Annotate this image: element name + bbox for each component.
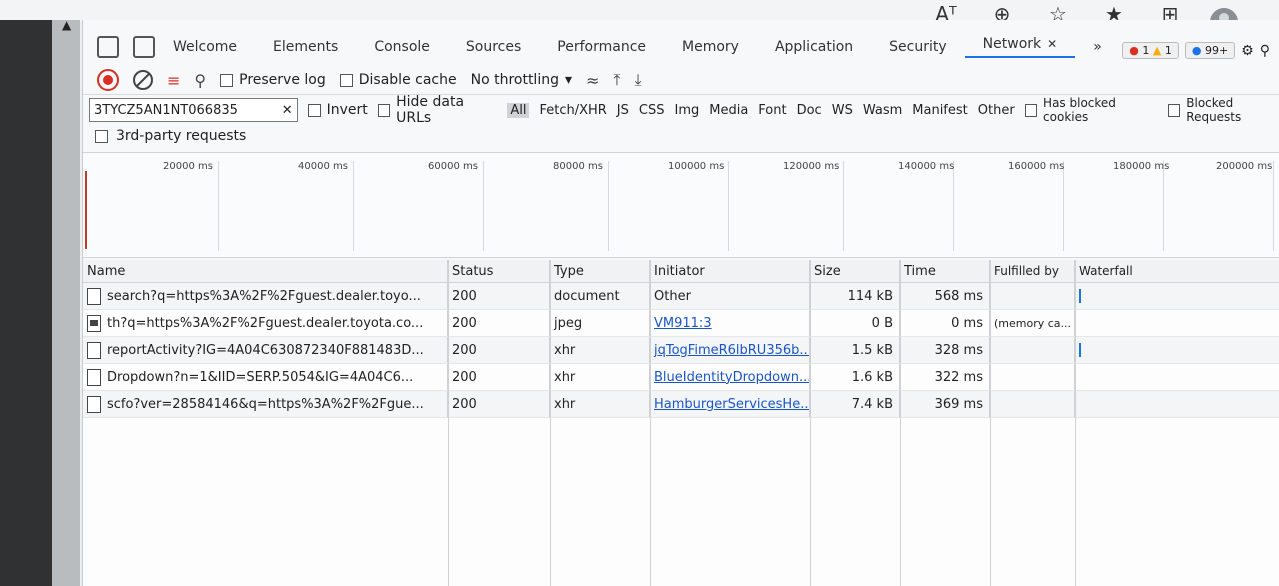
inspect-element-icon[interactable] bbox=[97, 36, 119, 58]
hide-data-urls-checkbox[interactable]: Hide data URLs bbox=[377, 94, 498, 126]
column-fulfilled[interactable]: Fulfilled by bbox=[990, 260, 1075, 282]
type-filter-js[interactable]: JS bbox=[617, 103, 629, 118]
tick-label: 140000 ms bbox=[898, 161, 955, 172]
tick-label: 60000 ms bbox=[428, 161, 478, 172]
blocked-requests-checkbox[interactable]: Blocked Requests bbox=[1167, 96, 1279, 124]
waterfall-cell bbox=[1075, 283, 1279, 309]
wifi-settings-icon[interactable]: ≈ bbox=[586, 71, 599, 90]
devtools-panel: Welcome Elements Console Sources Perform… bbox=[82, 20, 1279, 586]
column-name[interactable]: Name bbox=[83, 260, 448, 282]
column-waterfall[interactable]: Waterfall bbox=[1075, 260, 1279, 282]
waterfall-bar bbox=[1079, 343, 1081, 357]
scroll-up-icon[interactable]: ▲ bbox=[62, 18, 71, 32]
close-icon[interactable]: ✕ bbox=[1047, 37, 1057, 51]
initiator-link[interactable]: VM911:3 bbox=[654, 316, 712, 331]
document-icon bbox=[87, 341, 101, 359]
tick-label: 160000 ms bbox=[1008, 161, 1065, 172]
table-row[interactable]: th?q=https%3A%2F%2Fguest.dealer.toyota.c… bbox=[83, 310, 1279, 337]
search-icon[interactable]: ⚲ bbox=[194, 71, 206, 90]
filter-input[interactable]: 3TYCZ5AN1NT066835 ✕ bbox=[89, 98, 298, 122]
waterfall-cell bbox=[1075, 337, 1279, 363]
tab-network[interactable]: Network ✕ bbox=[964, 36, 1076, 58]
waterfall-cell bbox=[1075, 391, 1279, 417]
column-initiator[interactable]: Initiator bbox=[650, 260, 810, 282]
type-filter-doc[interactable]: Doc bbox=[797, 103, 822, 118]
info-badge[interactable]: ● 99+ bbox=[1184, 42, 1236, 59]
requests-table: Name Status Type Initiator Size Time Ful… bbox=[83, 260, 1279, 586]
document-icon bbox=[87, 368, 101, 386]
devtools-tabs: Welcome Elements Console Sources Perform… bbox=[83, 30, 1279, 64]
tab-performance[interactable]: Performance bbox=[539, 39, 664, 55]
type-filter-css[interactable]: CSS bbox=[639, 103, 665, 118]
type-filter-media[interactable]: Media bbox=[709, 103, 748, 118]
device-toolbar-icon[interactable] bbox=[133, 36, 155, 58]
table-header: Name Status Type Initiator Size Time Ful… bbox=[83, 260, 1279, 283]
tab-elements[interactable]: Elements bbox=[255, 39, 356, 55]
third-party-checkbox[interactable]: 3rd-party requests bbox=[95, 128, 246, 144]
column-size[interactable]: Size bbox=[810, 260, 900, 282]
page-scrollbar[interactable] bbox=[52, 20, 80, 586]
type-filter-wasm[interactable]: Wasm bbox=[863, 103, 902, 118]
import-har-icon[interactable]: ⤒ bbox=[613, 70, 620, 90]
column-type[interactable]: Type bbox=[550, 260, 650, 282]
resource-type-filters: All Fetch/XHR JS CSS Img Media Font Doc … bbox=[507, 102, 1015, 118]
table-row[interactable]: search?q=https%3A%2F%2Fguest.dealer.toyo… bbox=[83, 283, 1279, 310]
waterfall-cell bbox=[1075, 310, 1279, 336]
clear-button[interactable] bbox=[133, 70, 153, 90]
type-filter-other[interactable]: Other bbox=[978, 103, 1015, 118]
document-icon bbox=[87, 395, 101, 413]
type-filter-ws[interactable]: WS bbox=[832, 103, 853, 118]
tab-network-label: Network bbox=[982, 36, 1042, 52]
type-filter-fetch[interactable]: Fetch/XHR bbox=[539, 103, 606, 118]
timeline-marker bbox=[85, 171, 87, 249]
document-icon bbox=[87, 287, 101, 305]
table-row[interactable]: reportActivity?IG=4A04C630872340F881483D… bbox=[83, 337, 1279, 364]
settings-icon[interactable]: ⚙ bbox=[1241, 43, 1254, 59]
tick-label: 80000 ms bbox=[553, 161, 603, 172]
tab-console[interactable]: Console bbox=[356, 39, 448, 55]
tab-sources[interactable]: Sources bbox=[448, 39, 539, 55]
tab-memory[interactable]: Memory bbox=[664, 39, 757, 55]
type-filter-font[interactable]: Font bbox=[758, 103, 786, 118]
preserve-log-checkbox[interactable]: Preserve log bbox=[220, 72, 326, 88]
tab-welcome[interactable]: Welcome bbox=[155, 39, 255, 55]
table-row[interactable]: scfo?ver=28584146&q=https%3A%2F%2Fgue...… bbox=[83, 391, 1279, 418]
record-button[interactable] bbox=[97, 69, 119, 91]
disable-cache-checkbox[interactable]: Disable cache bbox=[339, 72, 457, 88]
invert-checkbox[interactable]: Invert bbox=[307, 102, 368, 118]
tick-label: 180000 ms bbox=[1113, 161, 1170, 172]
type-filter-manifest[interactable]: Manifest bbox=[912, 103, 967, 118]
timeline-overview[interactable]: 20000 ms 40000 ms 60000 ms 80000 ms 1000… bbox=[83, 152, 1279, 258]
initiator-link[interactable]: BlueIdentityDropdown... bbox=[654, 370, 809, 385]
initiator-link[interactable]: HamburgerServicesHe... bbox=[654, 397, 809, 412]
type-filter-img[interactable]: Img bbox=[674, 103, 699, 118]
tick-label: 120000 ms bbox=[783, 161, 840, 172]
throttling-select[interactable]: No throttling ▾ bbox=[471, 72, 572, 88]
column-time[interactable]: Time bbox=[900, 260, 990, 282]
blocked-cookies-checkbox[interactable]: Has blocked cookies bbox=[1024, 96, 1158, 124]
table-row[interactable]: Dropdown?n=1&IID=SERP.5054&IG=4A04C6... … bbox=[83, 364, 1279, 391]
tab-security[interactable]: Security bbox=[871, 39, 965, 55]
tick-label: 20000 ms bbox=[163, 161, 213, 172]
filter-bar: 3TYCZ5AN1NT066835 ✕ Invert Hide data URL… bbox=[83, 94, 1279, 126]
waterfall-cell bbox=[1075, 364, 1279, 390]
more-tabs-icon[interactable]: » bbox=[1075, 39, 1120, 55]
tick-label: 40000 ms bbox=[298, 161, 348, 172]
type-filter-all[interactable]: All bbox=[507, 102, 530, 118]
tab-application[interactable]: Application bbox=[757, 39, 871, 55]
clear-filter-icon[interactable]: ✕ bbox=[282, 103, 293, 118]
image-icon bbox=[87, 314, 101, 332]
table-body: search?q=https%3A%2F%2Fguest.dealer.toyo… bbox=[83, 283, 1279, 418]
network-toolbar: ≡ ⚲ Preserve log Disable cache No thrott… bbox=[83, 66, 1279, 95]
export-har-icon[interactable]: ⤓ bbox=[635, 70, 642, 90]
tick-label: 100000 ms bbox=[668, 161, 725, 172]
waterfall-bar bbox=[1079, 289, 1081, 303]
column-status[interactable]: Status bbox=[448, 260, 550, 282]
tick-label: 200000 ms bbox=[1216, 161, 1273, 172]
initiator-link[interactable]: jqTogFimeR6lbRU356b... bbox=[654, 343, 809, 358]
filter-icon[interactable]: ≡ bbox=[167, 71, 180, 90]
errors-badge[interactable]: ● 1 ▲ 1 bbox=[1122, 42, 1179, 59]
customize-icon[interactable]: ⚲ bbox=[1260, 43, 1270, 59]
issue-counters: ● 1 ▲ 1 ● 99+ ⚙ ⚲ bbox=[1122, 42, 1270, 59]
